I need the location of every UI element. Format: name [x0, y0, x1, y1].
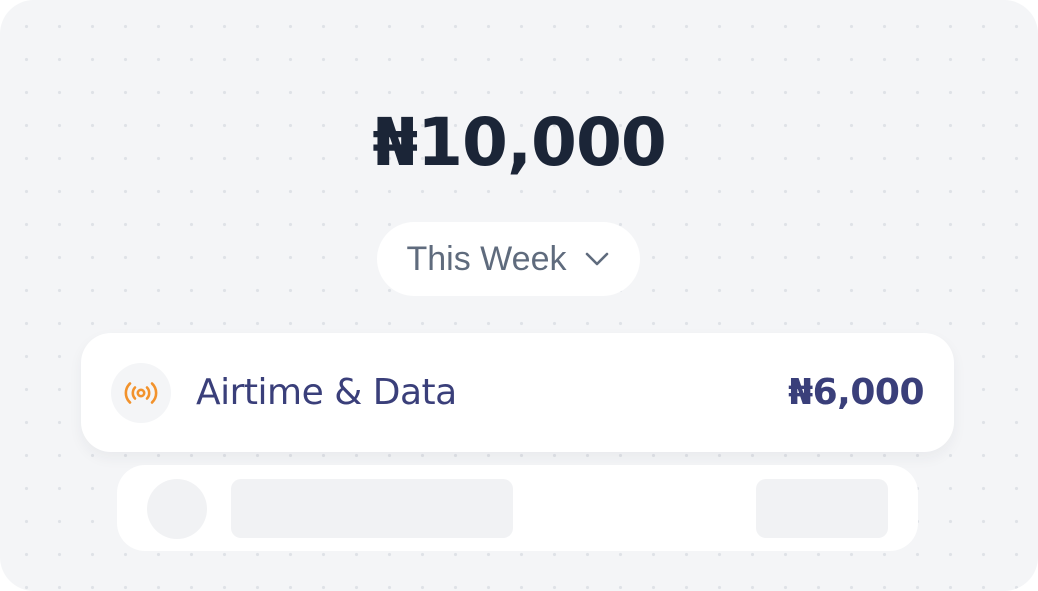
placeholder-label	[231, 479, 513, 538]
period-label: This Week	[406, 239, 567, 278]
transaction-row-airtime-data[interactable]: Airtime & Data ₦6,000	[81, 333, 954, 452]
broadcast-signal-icon	[124, 382, 158, 404]
placeholder-amount	[756, 479, 888, 538]
category-icon-container	[111, 363, 171, 423]
transaction-label: Airtime & Data	[196, 372, 457, 413]
placeholder-row	[117, 465, 918, 551]
transaction-amount: ₦6,000	[788, 372, 924, 413]
period-dropdown[interactable]: This Week	[377, 222, 640, 296]
chevron-down-icon	[586, 252, 609, 266]
placeholder-icon	[147, 479, 207, 539]
spending-summary-card: ₦10,000 This Week Airtime & Data ₦6,000	[0, 0, 1038, 591]
total-amount: ₦10,000	[372, 104, 667, 181]
